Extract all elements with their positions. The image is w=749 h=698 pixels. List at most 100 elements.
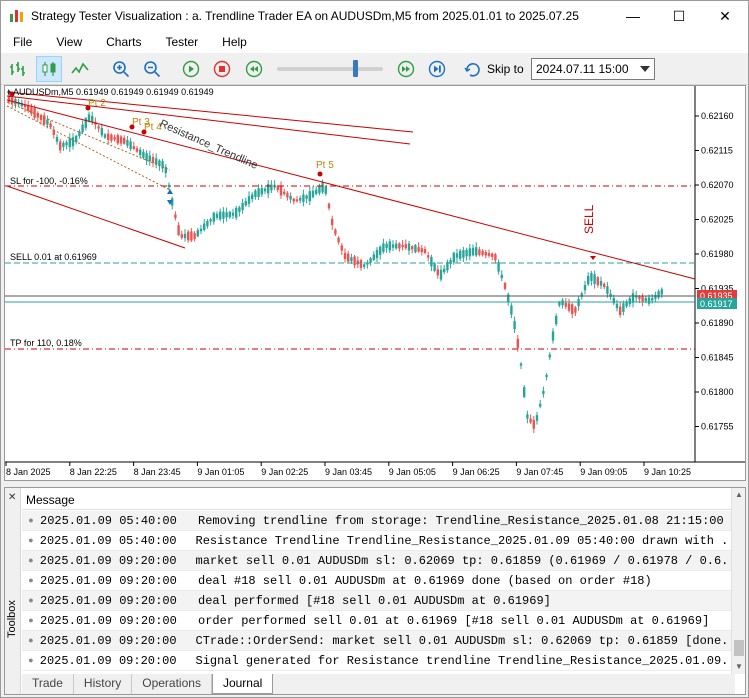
play-button[interactable]	[178, 56, 204, 82]
candle-body	[526, 414, 529, 419]
scrollbar-thumb[interactable]	[734, 640, 744, 656]
candle-body	[315, 189, 318, 195]
candle-body	[190, 231, 193, 241]
journal-scrollbar[interactable]: ▲ ▼	[731, 488, 745, 674]
symbol-header: AUDUSDm,M5 0.61949 0.61949 0.61949 0.619…	[13, 87, 214, 97]
candle-body	[487, 253, 491, 256]
resistance-trendline	[6, 99, 696, 280]
journal-row[interactable]: ● 2025.01.09 09:20:00 market sell 0.01 AUD…	[22, 551, 735, 571]
toolbox-close-icon[interactable]: ✕	[8, 492, 16, 503]
tab-trade[interactable]: Trade	[22, 674, 74, 694]
journal-row[interactable]: ● 2025.01.09 09:20:00 order performed sell…	[22, 611, 735, 631]
candle-body	[647, 297, 651, 304]
candlestick-button[interactable]	[36, 56, 62, 82]
fast-forward-button[interactable]	[393, 56, 419, 82]
journal-row-time: 2025.01.09 09:20:00	[39, 553, 177, 568]
scroll-up-icon[interactable]: ▲	[732, 488, 746, 502]
candle-body	[97, 126, 100, 129]
candle-body	[145, 153, 148, 161]
candle-body	[276, 186, 279, 191]
candle-body	[324, 186, 327, 194]
candle-body	[331, 218, 334, 226]
candle-body	[503, 283, 507, 289]
close-button[interactable]: ✕	[702, 1, 748, 31]
journal-row[interactable]: ● 2025.01.09 09:20:00 deal #18 sell 0.01 A…	[22, 571, 735, 591]
time-axis-label: 9 Jan 05:05	[389, 467, 436, 477]
journal-row-dot-icon: ●	[28, 555, 34, 566]
journal-list: ● 2025.01.09 05:40:00 Removing trendline f…	[22, 511, 735, 673]
candle-body	[398, 243, 401, 249]
zoom-out-button[interactable]	[139, 56, 165, 82]
candle-body	[196, 230, 199, 237]
skip-to-button[interactable]	[460, 56, 486, 82]
scroll-down-icon[interactable]: ▼	[732, 660, 746, 674]
zoom-in-button[interactable]	[108, 56, 134, 82]
maximize-button[interactable]: ☐	[656, 1, 702, 31]
skip-end-button[interactable]	[424, 56, 450, 82]
journal-row[interactable]: ● 2025.01.09 05:40:00 Removing trendline f…	[22, 511, 735, 531]
candle-body	[519, 363, 523, 366]
title-bar: Strategy Tester Visualization : a. Trend…	[1, 1, 748, 31]
candle-body	[577, 299, 580, 307]
candle-body	[126, 139, 129, 146]
candle-body	[439, 269, 443, 280]
skip-date-select[interactable]: 2024.07.11 15:00	[531, 58, 655, 80]
candle-body	[631, 293, 635, 303]
speed-slider-thumb[interactable]	[353, 60, 358, 77]
menu-view[interactable]: View	[44, 35, 94, 49]
price-axis-label: 0.62025	[701, 215, 734, 225]
menu-tester[interactable]: Tester	[153, 35, 210, 49]
menu-charts[interactable]: Charts	[94, 35, 153, 49]
candle-body	[443, 268, 446, 273]
time-axis-label: 9 Jan 10:25	[644, 467, 691, 477]
line-chart-button[interactable]	[67, 56, 93, 82]
price-chart-canvas[interactable]: Pt 2 Pt 3 Pt 4 Pt 5 Resistance_Trendline…	[5, 86, 745, 480]
candle-body	[318, 186, 321, 194]
candle-body	[113, 137, 116, 140]
candle-body	[199, 228, 203, 232]
journal-row[interactable]: ● 2025.01.09 05:40:00 Resistance Trendline…	[22, 531, 735, 551]
candle-body	[599, 280, 603, 286]
sell-arrow-icon	[590, 256, 596, 260]
candle-body	[497, 261, 500, 272]
candle-body	[241, 202, 244, 210]
resistance-trendline-label: Resistance_Trendline	[158, 118, 260, 172]
journal-row-time: 2025.01.09 09:20:00	[39, 653, 177, 668]
journal-row-message: Removing trendline from storage: Trendli…	[198, 513, 724, 528]
stop-button[interactable]	[209, 56, 235, 82]
journal-row[interactable]: ● 2025.01.09 09:20:00 Signal generated for…	[22, 651, 735, 671]
price-axis-label: 0.61890	[701, 318, 734, 328]
candle-body	[481, 250, 484, 255]
candle-body	[628, 298, 631, 305]
candle-body	[116, 135, 119, 144]
tab-history[interactable]: History	[74, 674, 133, 694]
menu-help[interactable]: Help	[210, 35, 259, 49]
candle-body	[494, 254, 497, 261]
rewind-button[interactable]	[241, 56, 267, 82]
strategy-tester-window: Strategy Tester Visualization : a. Trend…	[0, 0, 749, 698]
candle-body	[295, 199, 299, 202]
journal-row-time: 2025.01.09 09:20:00	[40, 573, 177, 588]
candle-body	[478, 249, 481, 255]
candle-body	[340, 245, 343, 251]
message-column-header[interactable]: Message	[22, 488, 735, 510]
bar-chart-button[interactable]	[5, 56, 31, 82]
candle-body	[484, 252, 487, 256]
stop-icon	[213, 60, 231, 78]
candle-body	[455, 253, 459, 258]
journal-row-dot-icon: ●	[28, 655, 34, 666]
candle-body	[535, 415, 539, 421]
journal-row-message: deal #18 sell 0.01 AUDUSDm at 0.61969 do…	[198, 573, 652, 588]
upper-trendline-2	[6, 95, 411, 145]
candle-body	[337, 237, 340, 243]
minimize-button[interactable]: —	[610, 1, 656, 31]
menu-file[interactable]: File	[1, 35, 44, 49]
tab-journal[interactable]: Journal	[211, 674, 274, 694]
calendar-dropdown-icon[interactable]	[636, 59, 654, 79]
price-chart[interactable]: Pt 2 Pt 3 Pt 4 Pt 5 Resistance_Trendline…	[4, 85, 746, 481]
journal-row[interactable]: ● 2025.01.09 09:20:00 deal performed [#18 …	[22, 591, 735, 611]
tab-operations[interactable]: Operations	[132, 674, 212, 694]
journal-row[interactable]: ● 2025.01.09 09:20:00 CTrade::OrderSend: m…	[22, 631, 735, 651]
speed-slider-track[interactable]	[277, 67, 383, 71]
price-axis-label: 0.62115	[701, 146, 733, 156]
